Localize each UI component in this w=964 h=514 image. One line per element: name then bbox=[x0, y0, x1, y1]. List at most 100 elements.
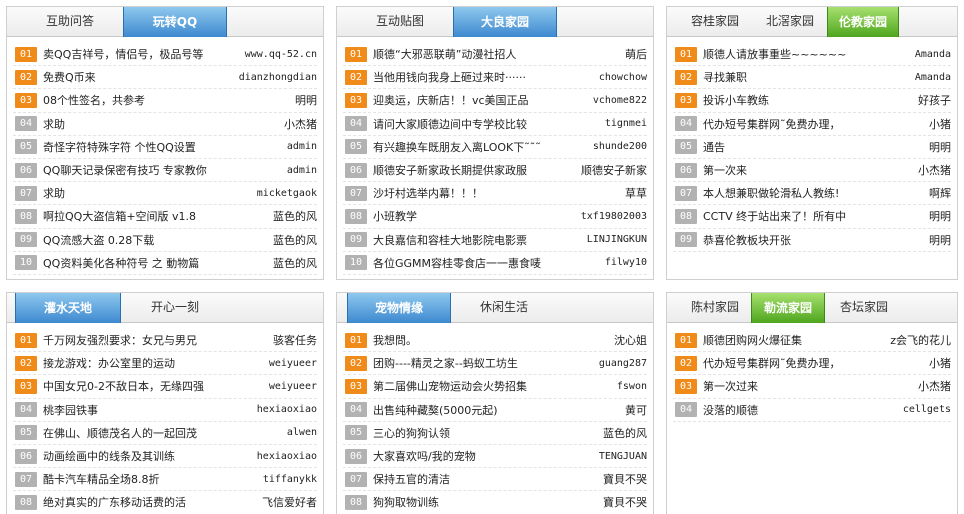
tab-daliang-home[interactable]: 大良家园 bbox=[453, 7, 557, 37]
topic-link[interactable]: 桃李园铁事 bbox=[43, 402, 251, 418]
topic-link[interactable]: 在佛山、顺德茂名人的一起回茂 bbox=[43, 425, 281, 441]
author-link[interactable]: alwen bbox=[287, 427, 317, 438]
author-link[interactable]: 顺德安子新家 bbox=[581, 162, 647, 178]
author-link[interactable]: micketgaok bbox=[257, 188, 317, 199]
topic-link[interactable]: 求助 bbox=[43, 116, 278, 132]
author-link[interactable]: dianzhongdian bbox=[239, 72, 317, 83]
author-link[interactable]: 萌后 bbox=[625, 46, 647, 62]
tab-interactive-images[interactable]: 互动贴图 bbox=[351, 7, 449, 37]
author-link[interactable]: fswon bbox=[617, 381, 647, 392]
author-link[interactable]: 明明 bbox=[295, 92, 317, 108]
topic-link[interactable]: 奇怪字符特殊字符 个性QQ设置 bbox=[43, 139, 281, 155]
author-link[interactable]: www.qq-52.cn bbox=[245, 49, 317, 60]
topic-link[interactable]: 千万网友强烈要求：女兄与男兄 bbox=[43, 332, 267, 348]
topic-link[interactable]: 我想問。 bbox=[373, 332, 608, 348]
author-link[interactable]: 寶貝不哭 bbox=[603, 471, 647, 487]
author-link[interactable]: 明明 bbox=[929, 208, 951, 224]
tab-chencun-home[interactable]: 陈村家园 bbox=[681, 293, 749, 323]
topic-link[interactable]: 顺德安子新家政长期提供家政服 bbox=[373, 162, 575, 178]
author-link[interactable]: TENGJUAN bbox=[599, 451, 647, 462]
topic-link[interactable]: 顺德团购网火爆征集 bbox=[703, 332, 884, 348]
author-link[interactable]: 黄可 bbox=[625, 402, 647, 418]
author-link[interactable]: weiyueer bbox=[269, 381, 317, 392]
author-link[interactable]: 小杰猪 bbox=[918, 378, 951, 394]
topic-link[interactable]: 啊拉QQ大盗信箱+空间版 v1.8 bbox=[43, 208, 267, 224]
topic-link[interactable]: 投诉小车教练 bbox=[703, 92, 912, 108]
topic-link[interactable]: 08个性签名，共参考 bbox=[43, 92, 289, 108]
author-link[interactable]: 飞信爱好者 bbox=[262, 494, 317, 510]
author-link[interactable]: 明明 bbox=[929, 139, 951, 155]
topic-link[interactable]: 沙圩村选举内幕！！！ bbox=[373, 185, 619, 201]
topic-link[interactable]: 没落的顺德 bbox=[703, 402, 897, 418]
topic-link[interactable]: 第一次过来 bbox=[703, 378, 912, 394]
topic-link[interactable]: 酷卡汽车精品全场8.8折 bbox=[43, 471, 257, 487]
author-link[interactable]: hexiaoxiao bbox=[257, 451, 317, 462]
topic-link[interactable]: 三心的狗狗认领 bbox=[373, 425, 597, 441]
topic-link[interactable]: 顺德人请放事重些~~~~~~ bbox=[703, 46, 909, 62]
author-link[interactable]: 小杰猪 bbox=[918, 162, 951, 178]
topic-link[interactable]: QQ资料美化各种符号 之 動物篇 bbox=[43, 255, 267, 271]
author-link[interactable]: 草草 bbox=[625, 185, 647, 201]
author-link[interactable]: filwy10 bbox=[605, 257, 647, 268]
topic-link[interactable]: 第二届佛山宠物运动会火势招集 bbox=[373, 378, 611, 394]
author-link[interactable]: 蓝色的风 bbox=[273, 208, 317, 224]
author-link[interactable]: 小猪 bbox=[929, 116, 951, 132]
author-link[interactable]: Amanda bbox=[915, 49, 951, 60]
topic-link[interactable]: 接龙游戏：办公室里的运动 bbox=[43, 355, 263, 371]
topic-link[interactable]: 中国女兄0-2不敌日本，无缘四强 bbox=[43, 378, 263, 394]
topic-link[interactable]: 迎奥运，庆新店！！vc美国正品 bbox=[373, 92, 587, 108]
author-link[interactable]: 沈心姐 bbox=[614, 332, 647, 348]
author-link[interactable]: tignmei bbox=[605, 118, 647, 129]
author-link[interactable]: admin bbox=[287, 141, 317, 152]
tab-pet-love[interactable]: 宠物情缘 bbox=[347, 293, 451, 323]
author-link[interactable]: guang287 bbox=[599, 358, 647, 369]
author-link[interactable]: 小杰猪 bbox=[284, 116, 317, 132]
topic-link[interactable]: 团购----精灵之家--蚂蚁工坊生 bbox=[373, 355, 593, 371]
author-link[interactable]: vchome822 bbox=[593, 95, 647, 106]
topic-link[interactable]: QQ流感大盗 0.28下载 bbox=[43, 232, 267, 248]
topic-link[interactable]: 本人想兼职做轮滑私人教练! bbox=[703, 185, 923, 201]
topic-link[interactable]: 小班教学 bbox=[373, 208, 575, 224]
tab-beijiao-home[interactable]: 北滘家园 bbox=[755, 7, 825, 37]
topic-link[interactable]: 大良嘉信和容桂大地影院电影票 bbox=[373, 232, 581, 248]
tab-qa[interactable]: 互助问答 bbox=[21, 7, 119, 37]
topic-link[interactable]: 绝对真实的广东移动话费的活 bbox=[43, 494, 256, 510]
topic-link[interactable]: 第一次来 bbox=[703, 162, 912, 178]
topic-link[interactable]: 狗狗取物训练 bbox=[373, 494, 597, 510]
topic-link[interactable]: 出售纯种藏獒(5000元起) bbox=[373, 402, 619, 418]
author-link[interactable]: 啊辉 bbox=[929, 185, 951, 201]
tab-leisure-life[interactable]: 休闲生活 bbox=[455, 293, 553, 323]
author-link[interactable]: 骇客任务 bbox=[273, 332, 317, 348]
topic-link[interactable]: 当他用钱向我身上砸过来时······ bbox=[373, 69, 593, 85]
tab-xingtan-home[interactable]: 杏坛家园 bbox=[829, 293, 899, 323]
author-link[interactable]: 小猪 bbox=[929, 355, 951, 371]
tab-play-qq[interactable]: 玩转QQ bbox=[123, 7, 227, 37]
topic-link[interactable]: 寻找兼职 bbox=[703, 69, 909, 85]
topic-link[interactable]: 卖QQ吉祥号，情侣号，极品号等 bbox=[43, 46, 239, 62]
topic-link[interactable]: 有兴趣换车既朋友入离LOOK下˜˜˜ bbox=[373, 139, 587, 155]
author-link[interactable]: z会飞的花儿 bbox=[890, 332, 951, 348]
topic-link[interactable]: 各位GGMM容桂零食店一一惠食唛 bbox=[373, 255, 599, 271]
author-link[interactable]: 蓝色的风 bbox=[273, 232, 317, 248]
topic-link[interactable]: 请问大家顺德边间中专学校比较 bbox=[373, 116, 599, 132]
author-link[interactable]: tiffanykk bbox=[263, 474, 317, 485]
tab-leliu-home[interactable]: 勒流家园 bbox=[751, 293, 825, 323]
topic-link[interactable]: 求助 bbox=[43, 185, 251, 201]
author-link[interactable]: txf19802003 bbox=[581, 211, 647, 222]
topic-link[interactable]: 动画绘画中的线条及其训练 bbox=[43, 448, 251, 464]
topic-link[interactable]: 保持五官的清洁 bbox=[373, 471, 597, 487]
author-link[interactable]: 蓝色的风 bbox=[603, 425, 647, 441]
author-link[interactable]: weiyueer bbox=[269, 358, 317, 369]
topic-link[interactable]: 通告 bbox=[703, 139, 923, 155]
author-link[interactable]: admin bbox=[287, 165, 317, 176]
topic-link[interactable]: 顺德“大邪恶联萌”动漫社招人 bbox=[373, 46, 619, 62]
tab-water-world[interactable]: 灌水天地 bbox=[15, 293, 121, 323]
author-link[interactable]: 蓝色的风 bbox=[273, 255, 317, 271]
author-link[interactable]: hexiaoxiao bbox=[257, 404, 317, 415]
topic-link[interactable]: QQ聊天记录保密有技巧 专家教你 bbox=[43, 162, 281, 178]
author-link[interactable]: Amanda bbox=[915, 72, 951, 83]
topic-link[interactable]: 免费Q币来 bbox=[43, 69, 233, 85]
topic-link[interactable]: 恭喜伦教板块开张 bbox=[703, 232, 923, 248]
author-link[interactable]: chowchow bbox=[599, 72, 647, 83]
tab-lunjiao-home[interactable]: 伦教家园 bbox=[827, 7, 899, 37]
